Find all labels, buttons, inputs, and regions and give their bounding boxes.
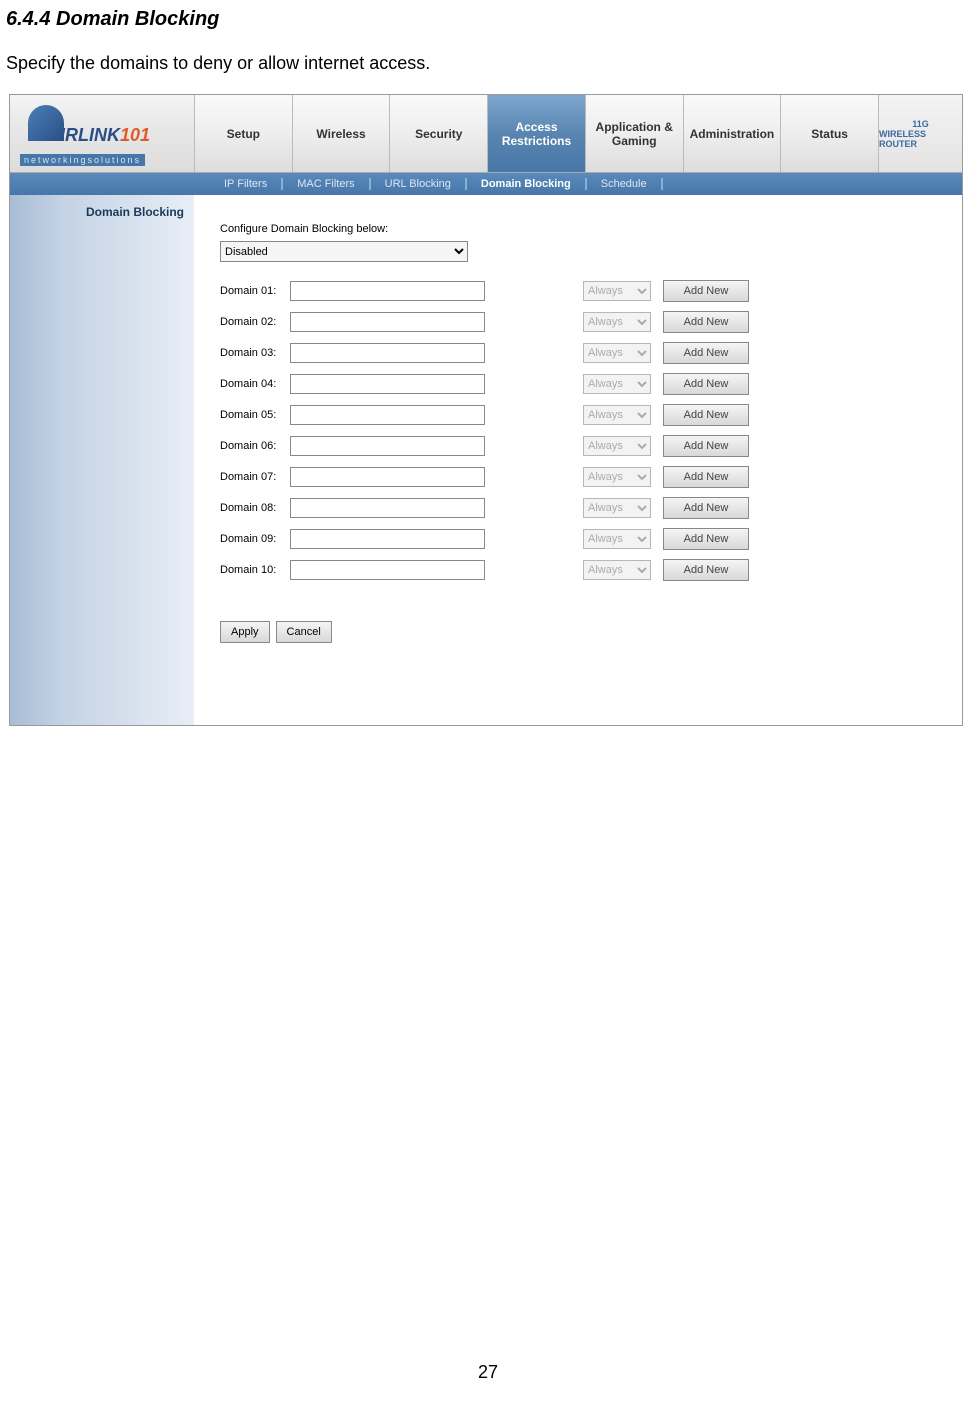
domain-label: Domain 07:	[220, 471, 290, 483]
domain-input[interactable]	[290, 374, 485, 394]
domain-label: Domain 05:	[220, 409, 290, 421]
domain-row: Domain 04: Always Add New	[220, 373, 962, 395]
tab-wireless[interactable]: Wireless	[292, 95, 390, 172]
schedule-select[interactable]: Always	[583, 467, 651, 487]
domain-rows: Domain 01: Always Add New Domain 02: Always A…	[220, 280, 962, 581]
domain-label: Domain 10:	[220, 564, 290, 576]
action-row: Apply Cancel	[220, 621, 962, 643]
badge-line2: WIRELESS ROUTER	[879, 129, 962, 149]
sub-nav: IP Filters MAC Filters URL Blocking Doma…	[10, 173, 962, 195]
subtab-url-blocking[interactable]: URL Blocking	[371, 178, 467, 190]
domain-input[interactable]	[290, 467, 485, 487]
schedule-select[interactable]: Always	[583, 560, 651, 580]
tab-status[interactable]: Status	[780, 95, 878, 172]
add-new-button[interactable]: Add New	[663, 280, 749, 302]
blocking-mode-select[interactable]: Disabled	[220, 241, 468, 262]
subtab-schedule[interactable]: Schedule	[587, 178, 663, 190]
main-tabs: Setup Wireless Security Access Restricti…	[194, 95, 878, 172]
domain-input[interactable]	[290, 498, 485, 518]
doc-section-subtext: Specify the domains to deny or allow int…	[0, 31, 976, 74]
tab-access-restrictions[interactable]: Access Restrictions	[487, 95, 585, 172]
domain-input[interactable]	[290, 312, 485, 332]
domain-row: Domain 07: Always Add New	[220, 466, 962, 488]
logo-graphic: IRLINK101	[28, 105, 150, 146]
logo-tagline: networkingsolutions	[20, 154, 145, 166]
domain-row: Domain 01: Always Add New	[220, 280, 962, 302]
cancel-button[interactable]: Cancel	[276, 621, 332, 643]
subtab-domain-blocking[interactable]: Domain Blocking	[467, 178, 587, 190]
domain-row: Domain 05: Always Add New	[220, 404, 962, 426]
page-number: 27	[478, 1362, 498, 1383]
schedule-select[interactable]: Always	[583, 436, 651, 456]
domain-input[interactable]	[290, 405, 485, 425]
wireless-router-badge: 11G WIRELESS ROUTER	[878, 95, 962, 172]
domain-input[interactable]	[290, 343, 485, 363]
logo-icon	[28, 105, 64, 141]
schedule-select[interactable]: Always	[583, 374, 651, 394]
domain-label: Domain 06:	[220, 440, 290, 452]
domain-label: Domain 01:	[220, 285, 290, 297]
add-new-button[interactable]: Add New	[663, 404, 749, 426]
add-new-button[interactable]: Add New	[663, 497, 749, 519]
sidebar-title: Domain Blocking	[10, 205, 184, 219]
subtab-ip-filters[interactable]: IP Filters	[210, 178, 283, 190]
tab-setup[interactable]: Setup	[194, 95, 292, 172]
domain-label: Domain 04:	[220, 378, 290, 390]
logo-area: IRLINK101 networkingsolutions	[10, 95, 194, 172]
schedule-select[interactable]: Always	[583, 405, 651, 425]
domain-label: Domain 08:	[220, 502, 290, 514]
badge-line1: 11G	[912, 119, 929, 129]
schedule-select[interactable]: Always	[583, 343, 651, 363]
schedule-select[interactable]: Always	[583, 498, 651, 518]
content-area: Domain Blocking Configure Domain Blockin…	[10, 195, 962, 725]
doc-section-heading: 6.4.4 Domain Blocking	[0, 0, 976, 31]
domain-input[interactable]	[290, 529, 485, 549]
domain-row: Domain 08: Always Add New	[220, 497, 962, 519]
header-bar: IRLINK101 networkingsolutions Setup Wire…	[10, 95, 962, 173]
add-new-button[interactable]: Add New	[663, 435, 749, 457]
domain-row: Domain 10: Always Add New	[220, 559, 962, 581]
schedule-select[interactable]: Always	[583, 281, 651, 301]
add-new-button[interactable]: Add New	[663, 373, 749, 395]
domain-input[interactable]	[290, 560, 485, 580]
domain-input[interactable]	[290, 281, 485, 301]
apply-button[interactable]: Apply	[220, 621, 270, 643]
domain-input[interactable]	[290, 436, 485, 456]
add-new-button[interactable]: Add New	[663, 559, 749, 581]
domain-label: Domain 03:	[220, 347, 290, 359]
subtab-mac-filters[interactable]: MAC Filters	[283, 178, 370, 190]
config-label: Configure Domain Blocking below:	[220, 223, 962, 235]
tab-application-gaming[interactable]: Application & Gaming	[585, 95, 683, 172]
add-new-button[interactable]: Add New	[663, 311, 749, 333]
domain-row: Domain 06: Always Add New	[220, 435, 962, 457]
tab-security[interactable]: Security	[389, 95, 487, 172]
add-new-button[interactable]: Add New	[663, 528, 749, 550]
schedule-select[interactable]: Always	[583, 529, 651, 549]
domain-row: Domain 03: Always Add New	[220, 342, 962, 364]
add-new-button[interactable]: Add New	[663, 342, 749, 364]
form-panel: Configure Domain Blocking below: Disable…	[194, 195, 962, 725]
schedule-select[interactable]: Always	[583, 312, 651, 332]
tab-administration[interactable]: Administration	[683, 95, 781, 172]
domain-row: Domain 02: Always Add New	[220, 311, 962, 333]
domain-label: Domain 02:	[220, 316, 290, 328]
logo-text: IRLINK101	[60, 125, 150, 146]
add-new-button[interactable]: Add New	[663, 466, 749, 488]
domain-row: Domain 09: Always Add New	[220, 528, 962, 550]
domain-label: Domain 09:	[220, 533, 290, 545]
sidebar: Domain Blocking	[10, 195, 194, 725]
router-admin-screenshot: IRLINK101 networkingsolutions Setup Wire…	[9, 94, 963, 726]
